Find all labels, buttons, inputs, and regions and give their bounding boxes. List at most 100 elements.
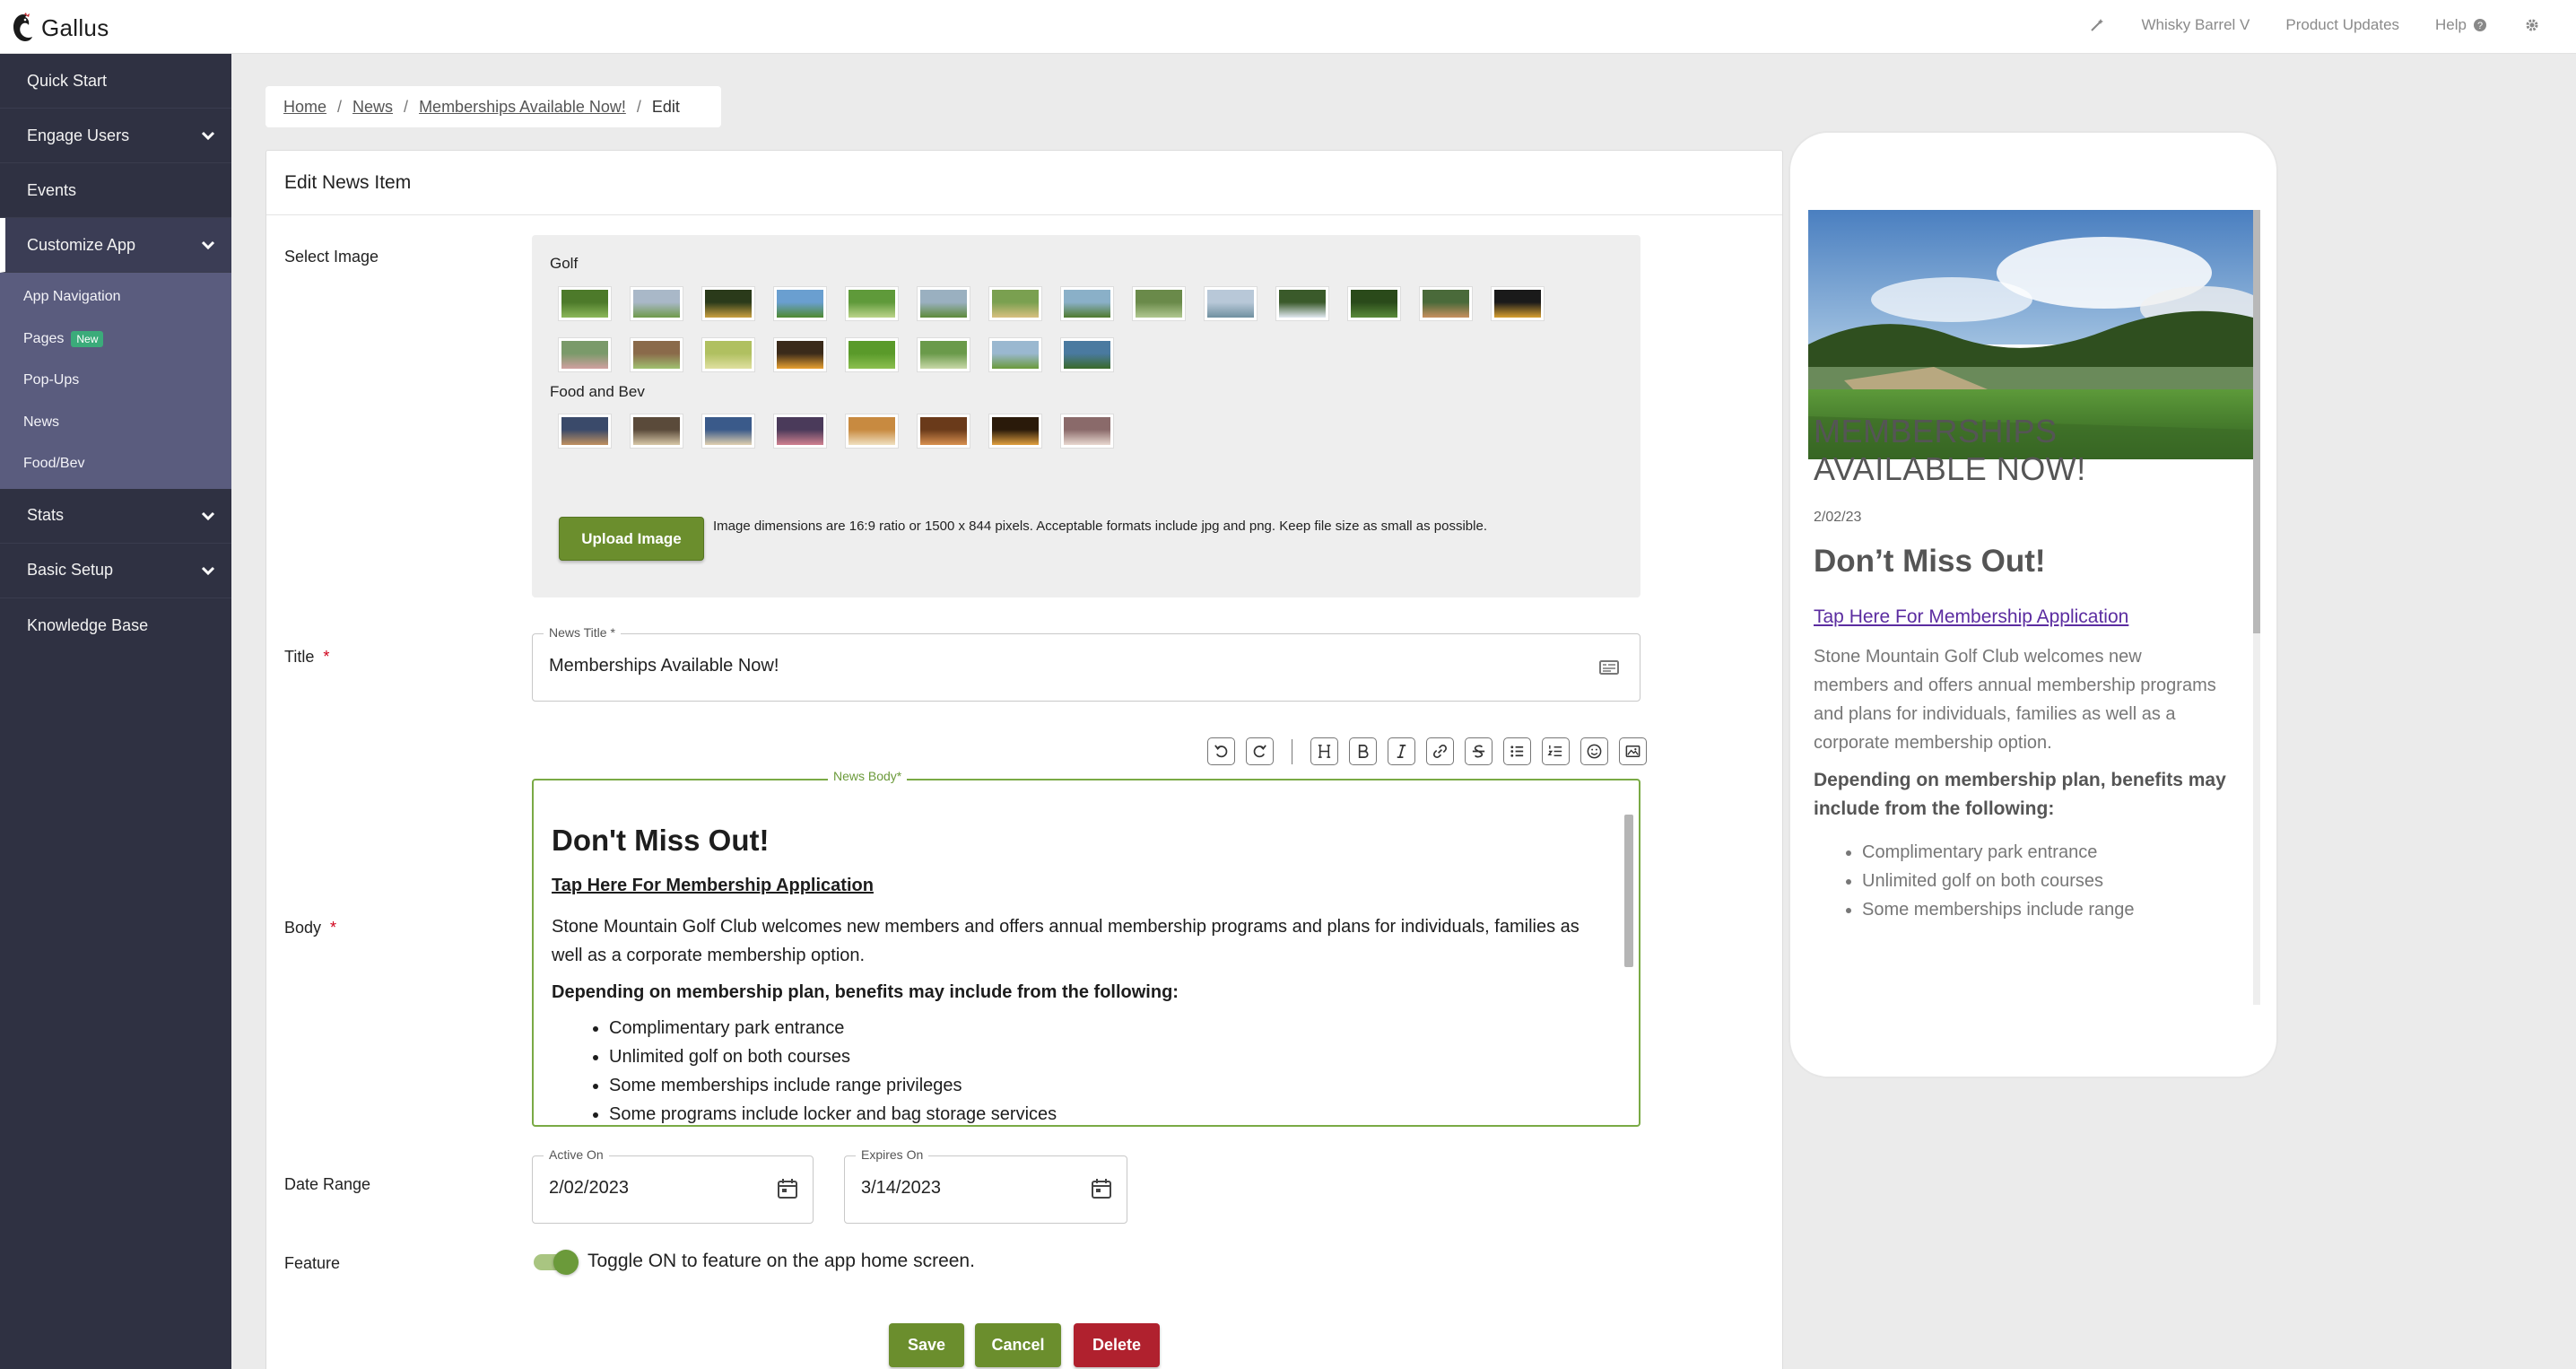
body-link[interactable]: Tap Here For Membership Application — [552, 876, 1610, 896]
sidebar-item-quick-start[interactable]: Quick Start — [0, 54, 231, 109]
calendar-icon[interactable] — [1089, 1176, 1114, 1201]
account-menu[interactable]: Whisky Barrel V — [2141, 16, 2250, 34]
image-thumbnail[interactable] — [1061, 414, 1113, 448]
image-thumbnail[interactable] — [846, 414, 898, 448]
preview-title: MEMBERSHIPS AVAILABLE NOW! — [1814, 413, 2086, 487]
sidebar-subitem-app-navigation[interactable]: App Navigation — [0, 276, 231, 318]
preview-link[interactable]: Tap Here For Membership Application — [1814, 606, 2128, 628]
insert-image-button[interactable] — [1619, 737, 1647, 765]
body-label: Body * — [284, 919, 336, 937]
help-link[interactable]: Help ? — [2435, 16, 2488, 34]
strikethrough-button[interactable] — [1465, 737, 1493, 765]
breadcrumb-item[interactable]: Memberships Available Now! — [419, 98, 626, 117]
expires-on-date-input[interactable]: Expires On 3/14/2023 — [844, 1147, 1127, 1224]
heading-button[interactable] — [1310, 737, 1338, 765]
subitem-label: Pop-Ups — [23, 372, 80, 388]
title-label-text: Title — [284, 648, 315, 666]
settings-button[interactable] — [2524, 17, 2540, 33]
news-body-legend: News Body* — [828, 769, 908, 783]
editor-content[interactable]: Don't Miss Out! Tap Here For Membership … — [552, 824, 1610, 1125]
image-thumbnail[interactable] — [559, 338, 611, 371]
image-thumbnail[interactable] — [774, 414, 826, 448]
upload-image-button[interactable]: Upload Image — [559, 517, 704, 561]
subitem-label: Food/Bev — [23, 456, 85, 472]
news-body-editor[interactable]: Don't Miss Out! Tap Here For Membership … — [532, 779, 1640, 1127]
sidebar-item-customize-app[interactable]: Customize App — [0, 218, 231, 273]
chevron-down-icon — [201, 566, 215, 575]
image-thumbnail[interactable] — [989, 287, 1041, 320]
image-thumbnail[interactable] — [1276, 287, 1328, 320]
svg-text:?: ? — [2477, 21, 2483, 31]
image-thumbnail[interactable] — [559, 414, 611, 448]
save-button[interactable]: Save — [889, 1323, 964, 1367]
chevron-down-icon — [201, 511, 215, 520]
wand-icon — [2091, 19, 2104, 31]
undo-button[interactable] — [1207, 737, 1235, 765]
numbered-list-icon — [1547, 745, 1562, 756]
numbered-list-button[interactable] — [1542, 737, 1570, 765]
active-on-date-input[interactable]: Active On 2/02/2023 — [532, 1147, 814, 1224]
image-thumbnail[interactable] — [1420, 287, 1472, 320]
image-thumbnail[interactable] — [559, 287, 611, 320]
wand-button[interactable] — [2089, 17, 2105, 33]
body-label-text: Body — [284, 919, 322, 937]
image-thumbnail[interactable] — [1061, 287, 1113, 320]
image-thumbnail[interactable] — [631, 338, 683, 371]
list-item: Some memberships include range privilege… — [609, 1071, 1610, 1100]
image-thumbnail[interactable] — [1061, 338, 1113, 371]
body-heading: Don't Miss Out! — [552, 824, 770, 857]
sidebar-subitem-foodbev[interactable]: Food/Bev — [0, 443, 231, 485]
editor-scrollbar[interactable] — [1624, 815, 1633, 967]
sidebar-item-label: Stats — [27, 506, 65, 524]
link-button[interactable] — [1426, 737, 1454, 765]
sidebar-item-stats[interactable]: Stats — [0, 489, 231, 544]
body-paragraph: Stone Mountain Golf Club welcomes new me… — [552, 917, 1580, 965]
image-thumbnail[interactable] — [631, 414, 683, 448]
preview-scrollbar-thumb[interactable] — [2253, 210, 2260, 633]
news-title-input[interactable]: News Title * Memberships Available Now! — [532, 625, 1640, 702]
feature-toggle[interactable] — [532, 1250, 580, 1275]
image-thumbnail[interactable] — [989, 338, 1041, 371]
image-thumbnail[interactable] — [774, 338, 826, 371]
sidebar-item-label: Basic Setup — [27, 561, 114, 579]
cancel-button[interactable]: Cancel — [975, 1323, 1061, 1367]
heading-icon — [1318, 745, 1331, 758]
image-thumbnail[interactable] — [1205, 287, 1257, 320]
image-thumbnail[interactable] — [702, 338, 754, 371]
image-thumbnail[interactable] — [774, 287, 826, 320]
delete-button[interactable]: Delete — [1074, 1323, 1160, 1367]
chevron-down-icon — [201, 131, 215, 141]
image-thumbnail[interactable] — [989, 414, 1041, 448]
emoji-button[interactable] — [1580, 737, 1608, 765]
image-thumbnail[interactable] — [846, 287, 898, 320]
sidebar-item-basic-setup[interactable]: Basic Setup — [0, 544, 231, 598]
image-thumbnail[interactable] — [918, 414, 970, 448]
italic-button[interactable] — [1388, 737, 1415, 765]
bullet-list-button[interactable] — [1503, 737, 1531, 765]
image-thumbnail[interactable] — [918, 338, 970, 371]
calendar-icon[interactable] — [775, 1176, 800, 1201]
sidebar-subitem-popups[interactable]: Pop-Ups — [0, 360, 231, 402]
logo[interactable]: Gallus — [11, 13, 109, 43]
image-thumbnail[interactable] — [846, 338, 898, 371]
sidebar-item-events[interactable]: Events — [0, 163, 231, 218]
image-thumbnail[interactable] — [631, 287, 683, 320]
bold-button[interactable] — [1349, 737, 1377, 765]
image-thumbnail[interactable] — [702, 287, 754, 320]
sidebar-item-knowledge-base[interactable]: Knowledge Base — [0, 598, 231, 653]
redo-button[interactable] — [1246, 737, 1274, 765]
image-thumbnail[interactable] — [918, 287, 970, 320]
active-on-legend: Active On — [544, 1147, 609, 1162]
list-item: Some memberships include range — [1862, 895, 2221, 924]
preview-strong-text: Depending on membership plan, benefits m… — [1814, 770, 2226, 819]
breadcrumb-home[interactable]: Home — [283, 98, 326, 117]
image-thumbnail[interactable] — [702, 414, 754, 448]
image-thumbnail[interactable] — [1492, 287, 1544, 320]
sidebar-subitem-news[interactable]: News — [0, 402, 231, 444]
breadcrumb-news[interactable]: News — [352, 98, 393, 117]
sidebar-item-engage-users[interactable]: Engage Users — [0, 109, 231, 163]
image-thumbnail[interactable] — [1133, 287, 1185, 320]
product-updates-link[interactable]: Product Updates — [2285, 16, 2399, 34]
image-thumbnail[interactable] — [1348, 287, 1400, 320]
sidebar-subitem-pages[interactable]: Pages New — [0, 318, 231, 361]
